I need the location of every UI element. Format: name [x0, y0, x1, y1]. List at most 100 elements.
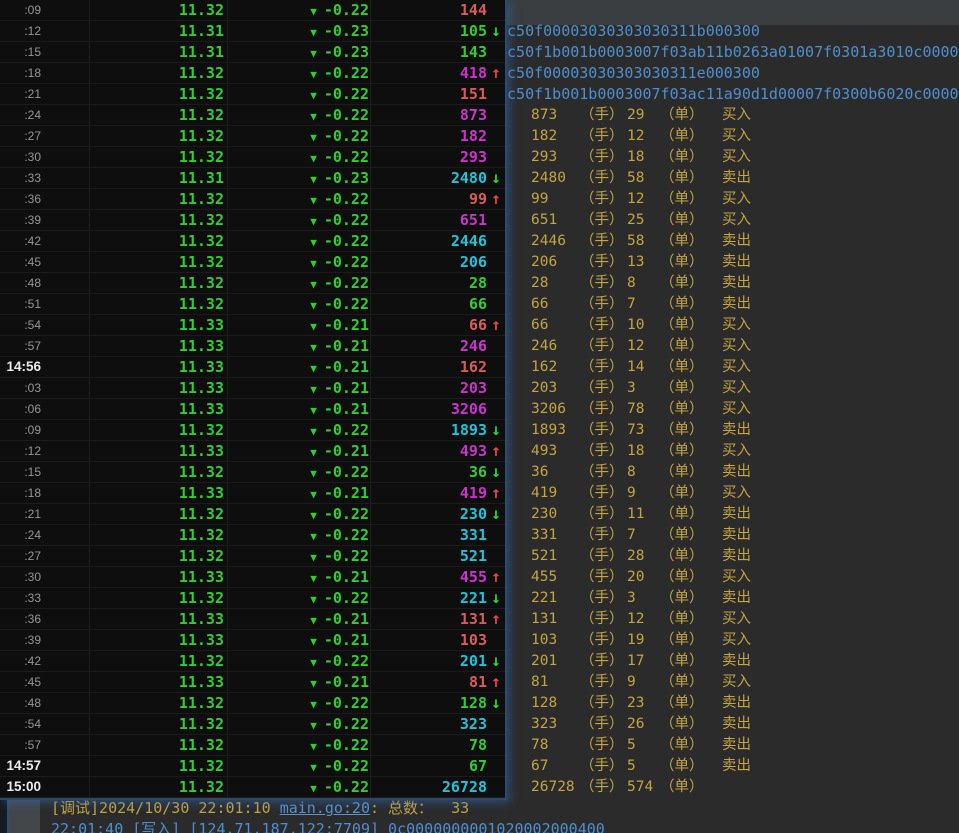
tick-row[interactable]: :2711.32▼-0.22521 [0, 546, 505, 567]
line-direction: 买入 [722, 672, 802, 693]
tick-row[interactable]: :3911.32▼-0.22651 [0, 210, 505, 231]
tick-row[interactable]: :4511.32▼-0.22206 [0, 252, 505, 273]
tick-row[interactable]: :4211.32▼-0.22201↓ [0, 651, 505, 672]
tick-row[interactable]: 14:5611.33▼-0.21162 [0, 357, 505, 378]
down-triangle-icon: ▼ [310, 68, 317, 81]
line-volume: 78 [531, 735, 580, 756]
tick-row[interactable]: :5411.33▼-0.2166↑ [0, 315, 505, 336]
tick-row[interactable]: :0911.32▼-0.22144 [0, 0, 505, 21]
trade-price: 11.32 [90, 420, 228, 440]
line-order-unit: （单） [660, 126, 722, 147]
console-hex-line: 0c50f1b001b0003007f03ac11a90d1d00007f030… [498, 84, 959, 105]
trade-time: :33 [0, 168, 90, 188]
tick-row[interactable]: :1211.33▼-0.21493↑ [0, 441, 505, 462]
line-volume-unit: （手） [580, 567, 627, 588]
tick-row[interactable]: :1811.32▼-0.22418↑ [0, 63, 505, 84]
tick-row[interactable]: :1211.31▼-0.23105↓ [0, 21, 505, 42]
tick-row[interactable]: :2411.32▼-0.22331 [0, 525, 505, 546]
tick-row[interactable]: 15:0011.32▼-0.2226728 [0, 777, 505, 798]
tick-row[interactable]: :1511.31▼-0.23143 [0, 42, 505, 63]
down-triangle-icon: ▼ [310, 509, 317, 522]
tick-row[interactable]: :2111.32▼-0.22151 [0, 84, 505, 105]
trade-price: 11.32 [90, 210, 228, 230]
line-volume-unit: （手） [580, 504, 627, 525]
line-direction: 卖出 [722, 420, 802, 441]
line-orders: 23 [627, 693, 660, 714]
line-order-unit: （单） [660, 525, 722, 546]
line-volume: 230 [531, 504, 580, 525]
tick-row[interactable]: :3611.33▼-0.21131↑ [0, 609, 505, 630]
line-orders: 26 [627, 714, 660, 735]
trade-price: 11.31 [90, 21, 228, 41]
tick-row[interactable]: :4511.33▼-0.2181↑ [0, 672, 505, 693]
log-debug-suffix: : 总数： 33 [370, 799, 469, 817]
log-line-write: 22:01:40 [写入] [124.71.187.122:7709] 0c00… [51, 819, 605, 833]
tick-row[interactable]: :0311.33▼-0.21203 [0, 378, 505, 399]
trade-volume: 331 [371, 525, 487, 545]
tick-row[interactable]: :1511.32▼-0.2236↓ [0, 462, 505, 483]
line-direction: 买入 [722, 336, 802, 357]
line-direction: 卖出 [722, 504, 802, 525]
trade-change: ▼-0.21 [228, 399, 371, 419]
tick-row[interactable]: :4811.32▼-0.2228 [0, 273, 505, 294]
down-arrow-icon: ↓ [487, 651, 505, 671]
tick-row[interactable]: :5411.32▼-0.22323 [0, 714, 505, 735]
tick-row[interactable]: :5711.32▼-0.2278 [0, 735, 505, 756]
trade-price: 11.32 [90, 0, 228, 20]
line-orders: 8 [627, 462, 660, 483]
trade-volume: 246 [371, 336, 487, 356]
line-volume-unit: （手） [580, 630, 627, 651]
trade-change: ▼-0.22 [228, 0, 371, 20]
trade-time: :24 [0, 105, 90, 125]
tick-row[interactable]: :2711.32▼-0.22182 [0, 126, 505, 147]
tick-row[interactable]: :4811.32▼-0.22128↓ [0, 693, 505, 714]
trade-price: 11.32 [90, 525, 228, 545]
down-triangle-icon: ▼ [310, 593, 317, 606]
trade-change: ▼-0.22 [228, 147, 371, 167]
tick-row[interactable]: :5111.32▼-0.2266 [0, 294, 505, 315]
line-direction: 买入 [722, 147, 802, 168]
up-arrow-icon: ↑ [487, 609, 505, 629]
tick-row[interactable]: :2111.32▼-0.22230↓ [0, 504, 505, 525]
down-triangle-icon: ▼ [310, 572, 317, 585]
trade-time: :45 [0, 252, 90, 272]
tick-row[interactable]: :0611.33▼-0.213206 [0, 399, 505, 420]
tick-row[interactable]: 14:5711.32▼-0.2267 [0, 756, 505, 777]
tick-row[interactable]: :3011.32▼-0.22293 [0, 147, 505, 168]
line-direction: 卖出 [722, 525, 802, 546]
line-volume: 103 [531, 630, 580, 651]
line-orders: 5 [627, 735, 660, 756]
tick-row[interactable]: :4211.32▼-0.222446 [0, 231, 505, 252]
scrollbar-thumb[interactable] [9, 799, 40, 833]
line-direction: 买入 [722, 609, 802, 630]
trade-price: 11.32 [90, 252, 228, 272]
trade-time: :42 [0, 231, 90, 251]
trade-change: ▼-0.21 [228, 567, 371, 587]
line-orders: 12 [627, 336, 660, 357]
tick-row[interactable]: :0911.32▼-0.221893↓ [0, 420, 505, 441]
down-triangle-icon: ▼ [310, 152, 317, 165]
console-trade-line: 99（手）12（单）买入 [531, 189, 802, 210]
tick-row[interactable]: :2411.32▼-0.22873 [0, 105, 505, 126]
trade-time: :30 [0, 567, 90, 587]
source-file-link[interactable]: main.go:20 [280, 799, 370, 817]
trade-volume: 36 [371, 462, 487, 482]
down-triangle-icon: ▼ [310, 698, 317, 711]
line-orders: 11 [627, 504, 660, 525]
trade-change: ▼-0.22 [228, 105, 371, 125]
tick-row[interactable]: :3911.33▼-0.21103 [0, 630, 505, 651]
tick-row[interactable]: :5711.33▼-0.21246 [0, 336, 505, 357]
line-volume-unit: （手） [580, 441, 627, 462]
trade-volume: 144 [371, 0, 487, 20]
trade-volume: 203 [371, 378, 487, 398]
line-direction: 卖出 [722, 273, 802, 294]
trade-time: :06 [0, 399, 90, 419]
line-direction: 卖出 [722, 294, 802, 315]
down-arrow-icon: ↓ [487, 693, 505, 713]
tick-row[interactable]: :3311.32▼-0.22221↓ [0, 588, 505, 609]
trade-change: ▼-0.22 [228, 126, 371, 146]
tick-row[interactable]: :3311.31▼-0.232480↓ [0, 168, 505, 189]
tick-row[interactable]: :3611.32▼-0.2299↑ [0, 189, 505, 210]
tick-row[interactable]: :3011.33▼-0.21455↑ [0, 567, 505, 588]
tick-row[interactable]: :1811.33▼-0.21419↑ [0, 483, 505, 504]
